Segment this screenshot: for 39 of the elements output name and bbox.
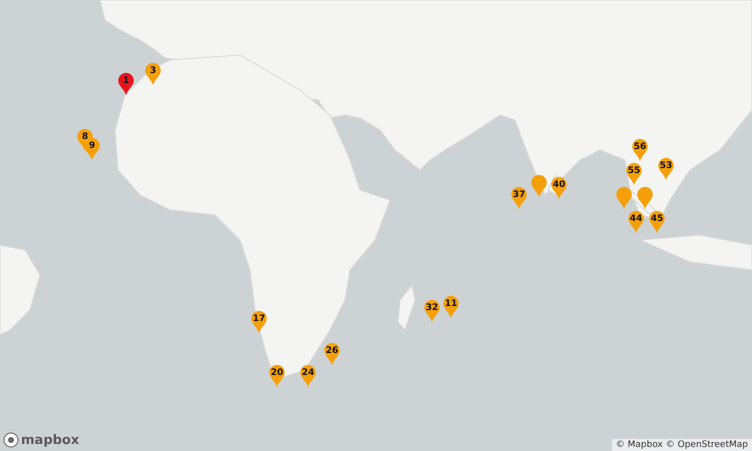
map-marker[interactable] bbox=[549, 176, 569, 200]
map-marker[interactable] bbox=[624, 162, 644, 186]
map-marker[interactable] bbox=[116, 72, 136, 96]
marker-number: 37 bbox=[512, 190, 526, 200]
marker-number: 11 bbox=[444, 299, 458, 309]
marker-number: 55 bbox=[626, 166, 642, 176]
map-marker[interactable] bbox=[529, 174, 549, 198]
attribution-text[interactable]: © Mapbox © OpenStreetMap bbox=[612, 439, 752, 451]
marker-number: 53 bbox=[658, 161, 674, 171]
island-drawing bbox=[397, 284, 416, 331]
map-marker[interactable] bbox=[630, 138, 650, 162]
map-marker[interactable] bbox=[614, 186, 634, 210]
map-marker[interactable] bbox=[322, 342, 342, 366]
map-marker[interactable] bbox=[422, 299, 442, 323]
marker-number: 26 bbox=[324, 346, 340, 356]
marker-number: 24 bbox=[300, 368, 316, 378]
mapbox-logo-icon bbox=[3, 432, 19, 448]
marker-number: 1 bbox=[122, 76, 130, 86]
marker-number: 56 bbox=[632, 142, 648, 152]
marker-number: 40 bbox=[552, 180, 566, 190]
map-marker[interactable] bbox=[509, 186, 529, 210]
marker-number: 9 bbox=[88, 141, 96, 151]
map-marker[interactable] bbox=[143, 62, 163, 86]
mapbox-logo-text: mapbox bbox=[21, 432, 80, 448]
marker-number: 20 bbox=[270, 368, 284, 378]
marker-number: 17 bbox=[252, 314, 266, 324]
map-marker[interactable] bbox=[656, 157, 676, 181]
map-marker[interactable] bbox=[635, 186, 655, 210]
marker-number: 8 bbox=[80, 132, 89, 142]
map-marker[interactable] bbox=[441, 295, 461, 319]
marker-number: 45 bbox=[650, 214, 664, 224]
map-marker[interactable] bbox=[298, 364, 318, 388]
map-marker[interactable] bbox=[249, 310, 269, 334]
marker-number: 3 bbox=[148, 66, 158, 76]
map-marker[interactable] bbox=[626, 210, 646, 234]
map-marker[interactable] bbox=[267, 364, 287, 388]
marker-number: 32 bbox=[424, 303, 440, 313]
marker-number: 44 bbox=[628, 214, 644, 224]
map-marker[interactable] bbox=[647, 210, 667, 234]
